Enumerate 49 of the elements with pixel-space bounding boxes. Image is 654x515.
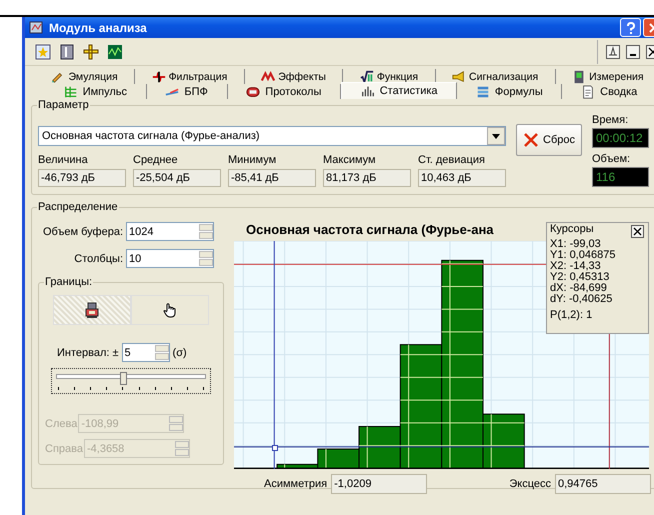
stat-label: Минимум (228, 154, 278, 166)
excess-field: 0,94765 (555, 474, 651, 494)
chart-title: Основная частота сигнала (Фурье-ана (246, 222, 494, 237)
cursor-value: dY: -0,40625 (550, 294, 612, 305)
interval-label: Интервал: ± (57, 346, 119, 358)
group-label: Параметр (37, 99, 90, 111)
stat-label: Максимум (323, 154, 377, 166)
group-label: Границы: (44, 276, 94, 288)
cursor-value: P(1,2): 1 (550, 310, 592, 321)
window-title: Модуль анализа (49, 20, 147, 34)
bound-label: Слева (45, 418, 78, 430)
cursor-value: X1: -99,03 (550, 239, 601, 250)
stat-label: Ст. девиация (418, 154, 486, 166)
asymmetry-label: Асимметрия (264, 478, 328, 490)
tab[interactable]: БПФ (146, 84, 228, 99)
buffer-label: Объем буфера: (43, 226, 123, 238)
bound-label: Справа (45, 442, 83, 454)
group-label: Распределение (37, 201, 119, 213)
interval-spinbox[interactable]: 5 (122, 343, 170, 362)
cursor-value: X2: -14,33 (550, 261, 601, 272)
group-label: Курсоры (550, 224, 594, 235)
tab[interactable]: Сводка (562, 84, 654, 99)
columns-spinbox[interactable]: 10 (126, 249, 214, 268)
time-display: 00:00:12 (592, 128, 649, 148)
tab[interactable]: Формулы (457, 84, 562, 99)
parameter-dropdown[interactable]: Основная частота сигнала (Фурье-анализ) (38, 126, 506, 146)
buffer-spinbox[interactable]: 1024 (126, 222, 214, 241)
columns-label: Столбцы: (74, 252, 123, 264)
asymmetry-field: -1,0209 (331, 474, 428, 494)
stat-field: 81,173 дБ (323, 169, 411, 187)
volume-display: 116 (592, 167, 649, 187)
tab[interactable]: Измерения (556, 69, 654, 84)
volume-label: Объем: (592, 153, 632, 165)
reset-button[interactable]: Сброс (516, 124, 582, 156)
stat-field: -25,504 дБ (133, 169, 221, 187)
cursor-value: dX: -84,699 (550, 283, 607, 294)
stat-field: -85,41 дБ (228, 169, 316, 187)
tab[interactable]: Фильтрация (135, 69, 245, 84)
tab[interactable]: Эмуляция (35, 69, 136, 84)
stat-label: Величина (38, 154, 89, 166)
cursor-value: Y2: 0,45313 (550, 272, 610, 283)
cursor-value: Y1: 0,046875 (550, 250, 616, 261)
excess-label: Эксцесс (509, 478, 551, 490)
tab[interactable]: Статистика (341, 82, 458, 99)
time-label: Время: (592, 114, 630, 126)
sigma-label: (σ) (172, 346, 187, 358)
stat-field: -46,793 дБ (38, 169, 126, 187)
stat-field: 10,463 дБ (418, 169, 506, 187)
stat-label: Среднее (133, 154, 179, 166)
